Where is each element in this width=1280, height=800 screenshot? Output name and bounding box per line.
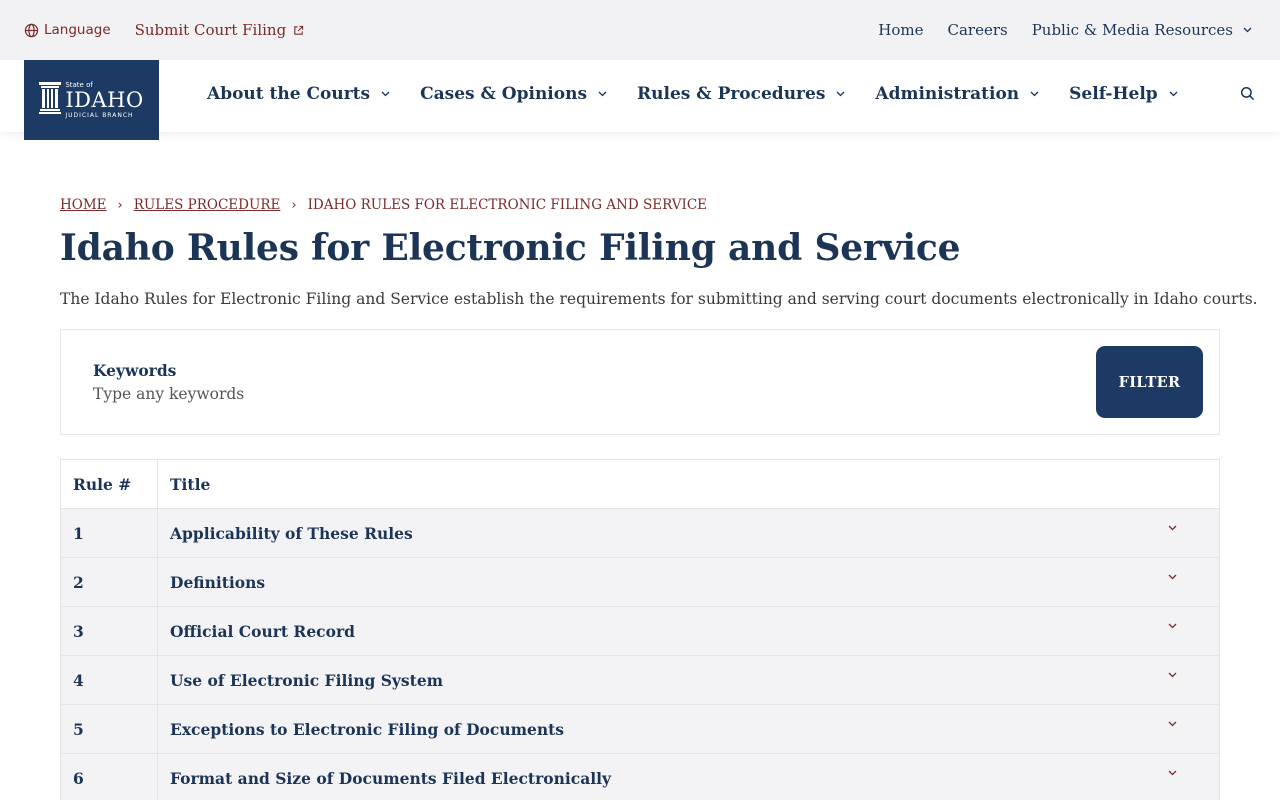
nav-item-administration[interactable]: Administration — [875, 84, 1039, 104]
courthouse-icon — [39, 82, 62, 118]
keywords-label: Keywords — [93, 361, 177, 380]
rule-title: Use of Electronic Filing System — [170, 670, 444, 690]
utility-right: Home Careers Public & Media Resources — [854, 0, 1252, 60]
page-title: Idaho Rules for Electronic Filing and Se… — [60, 227, 961, 269]
idaho-judicial-branch-logo[interactable]: State of IDAHO JUDICIAL BRANCH — [24, 60, 159, 140]
chevron-down-icon[interactable] — [1168, 721, 1177, 727]
submit-court-filing-label: Submit Court Filing — [134, 21, 287, 39]
logo-idaho-text: IDAHO — [65, 87, 144, 112]
table-row[interactable]: 4 Use of Electronic Filing System — [61, 656, 1219, 705]
rule-number: 3 — [73, 621, 84, 641]
table-row[interactable]: 2 Definitions — [61, 558, 1219, 607]
public-media-resources-label: Public & Media Resources — [1031, 21, 1233, 39]
filter-panel: Keywords FILTER — [60, 329, 1220, 435]
nav-item-cases-opinions[interactable]: Cases & Opinions — [420, 84, 607, 104]
chevron-down-icon — [381, 91, 390, 97]
external-link-icon — [293, 25, 304, 36]
chevron-down-icon[interactable] — [1168, 525, 1177, 531]
globe-icon — [24, 23, 39, 38]
nav-item-rules-procedures[interactable]: Rules & Procedures — [637, 84, 845, 104]
language-label: Language — [44, 22, 111, 38]
page-description: The Idaho Rules for Electronic Filing an… — [60, 290, 1258, 308]
chevron-down-icon — [1243, 27, 1252, 33]
table-header-row: Rule # Title — [61, 460, 1219, 509]
breadcrumb-home-link[interactable]: HOME — [60, 197, 107, 213]
table-row[interactable]: 6 Format and Size of Documents Filed Ele… — [61, 754, 1219, 800]
utility-left: Language Submit Court Filing — [24, 0, 304, 60]
search-icon — [1240, 86, 1255, 105]
rule-number: 6 — [73, 768, 84, 788]
submit-court-filing-link[interactable]: Submit Court Filing — [135, 21, 305, 39]
nav-item-label: Cases & Opinions — [420, 84, 588, 104]
nav-item-label: Administration — [875, 84, 1020, 104]
rule-title: Exceptions to Electronic Filing of Docum… — [170, 719, 565, 739]
utility-bar: Language Submit Court Filing Home Career… — [0, 0, 1280, 60]
rule-title: Official Court Record — [170, 621, 355, 641]
chevron-down-icon — [1030, 91, 1039, 97]
rule-number: 2 — [73, 572, 84, 592]
chevron-down-icon — [836, 91, 845, 97]
chevron-down-icon[interactable] — [1168, 672, 1177, 678]
keywords-input[interactable] — [93, 382, 993, 406]
nav-items: About the Courts Cases & Opinions Rules … — [207, 60, 1208, 128]
nav-item-self-help[interactable]: Self-Help — [1069, 84, 1178, 104]
public-media-resources-menu[interactable]: Public & Media Resources — [1032, 21, 1252, 39]
breadcrumb: HOME › RULES PROCEDURE › IDAHO RULES FOR… — [60, 197, 707, 213]
main-navigation: State of IDAHO JUDICIAL BRANCH About the… — [0, 60, 1280, 140]
logo-branch-text: JUDICIAL BRANCH — [65, 111, 134, 119]
language-selector[interactable]: Language — [24, 22, 111, 38]
chevron-down-icon[interactable] — [1168, 574, 1177, 580]
table-row[interactable]: 3 Official Court Record — [61, 607, 1219, 656]
rule-title: Format and Size of Documents Filed Elect… — [170, 768, 612, 788]
breadcrumb-separator-icon: › — [291, 197, 297, 213]
breadcrumb-rules-procedure-link[interactable]: RULES PROCEDURE — [134, 197, 281, 213]
filter-button[interactable]: FILTER — [1096, 346, 1203, 418]
utility-home-link[interactable]: Home — [878, 21, 923, 39]
nav-item-about-the-courts[interactable]: About the Courts — [207, 84, 390, 104]
search-button[interactable] — [1238, 86, 1256, 104]
nav-item-label: Self-Help — [1069, 84, 1158, 104]
rules-table: Rule # Title 1 Applicability of These Ru… — [60, 459, 1220, 800]
column-header-rule-number: Rule # — [73, 474, 132, 494]
chevron-down-icon[interactable] — [1168, 770, 1177, 776]
column-header-title: Title — [170, 474, 211, 494]
chevron-down-icon — [1169, 91, 1178, 97]
rule-number: 5 — [73, 719, 84, 739]
rule-number: 1 — [73, 523, 84, 543]
breadcrumb-separator-icon: › — [117, 197, 123, 213]
chevron-down-icon[interactable] — [1168, 623, 1177, 629]
rule-title: Definitions — [170, 572, 266, 592]
logo-text: State of IDAHO JUDICIAL BRANCH — [65, 81, 144, 119]
table-row[interactable]: 5 Exceptions to Electronic Filing of Doc… — [61, 705, 1219, 754]
utility-careers-link[interactable]: Careers — [947, 21, 1007, 39]
rule-number: 4 — [73, 670, 84, 690]
rule-title: Applicability of These Rules — [170, 523, 413, 543]
nav-item-label: Rules & Procedures — [637, 84, 826, 104]
table-row[interactable]: 1 Applicability of These Rules — [61, 509, 1219, 558]
chevron-down-icon — [598, 91, 607, 97]
nav-item-label: About the Courts — [207, 84, 371, 104]
breadcrumb-current: IDAHO RULES FOR ELECTRONIC FILING AND SE… — [307, 197, 708, 213]
